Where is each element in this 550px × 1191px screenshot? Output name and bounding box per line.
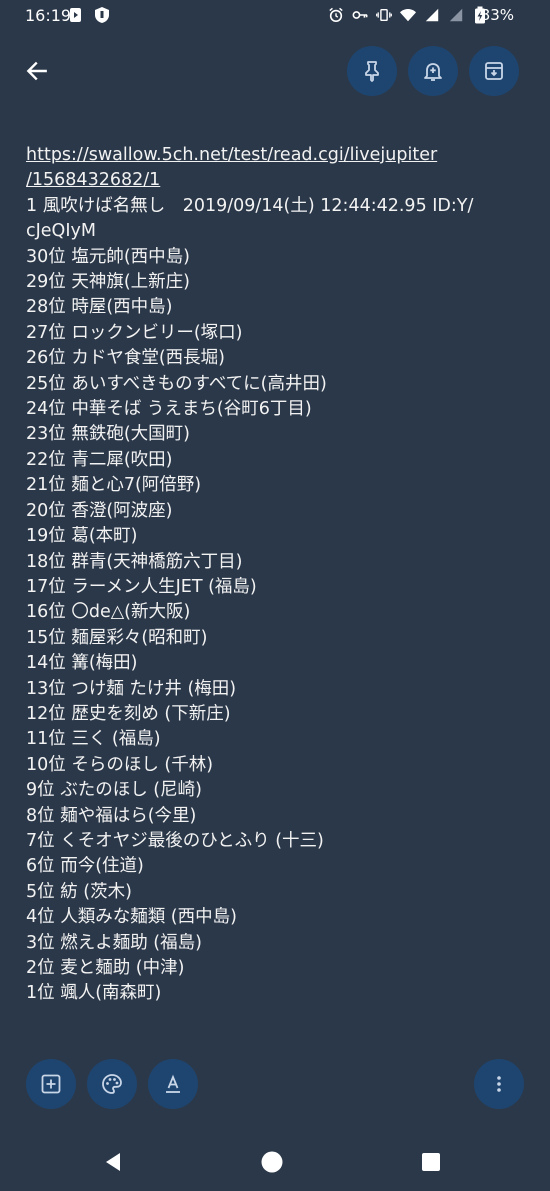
ranking-line: 19位 葛(本町)	[26, 526, 138, 547]
bell-plus-icon	[424, 63, 442, 81]
nav-home-icon[interactable]	[260, 1150, 284, 1174]
ranking-line: 29位 天神旗(上新庄)	[26, 272, 190, 293]
ranking-line: 20位 香澄(阿波座)	[26, 500, 173, 521]
ranking-line: 14位 篝(梅田)	[26, 653, 138, 674]
arrow-back-icon	[26, 61, 47, 81]
text-format-button[interactable]	[148, 1059, 198, 1109]
ranking-line: 7位 くそオヤジ最後のひとふり (十三)	[26, 830, 324, 851]
back-button[interactable]	[20, 54, 54, 88]
ranking-line: 9位 ぶたのほし (尼崎)	[26, 780, 202, 801]
ranking-line: 30位 塩元帥(西中島)	[26, 246, 190, 267]
ranking-line: 1位 颯人(南森町)	[26, 983, 162, 1004]
system-nav-bar	[0, 1128, 550, 1191]
ranking-line: 17位 ラーメン人生JET (福島)	[26, 576, 257, 597]
note-header-line-2: cJeQIyM	[26, 221, 96, 242]
nav-back-icon[interactable]	[101, 1150, 125, 1174]
archive-button[interactable]	[469, 46, 519, 96]
ranking-line: 4位 人類みな麺類 (西中島)	[26, 907, 237, 928]
ranking-line: 13位 つけ麺 たけ井 (梅田)	[26, 678, 237, 699]
ranking-line: 22位 青二犀(吹田)	[26, 449, 173, 470]
ranking-line: 10位 そらのほし (千林)	[26, 754, 214, 775]
status-bar: 16:19 83%	[0, 0, 550, 32]
ranking-line: 21位 麺と心7(阿倍野)	[26, 475, 202, 496]
reminder-button[interactable]	[408, 46, 458, 96]
ranking-line: 8位 麺や福はら(今里)	[26, 805, 197, 826]
notification-app-icon	[68, 6, 84, 24]
shield-icon	[94, 6, 110, 24]
ranking-line: 23位 無鉄砲(大国町)	[26, 424, 190, 445]
ranking-line: 12位 歴史を刻め (下新庄)	[26, 703, 231, 724]
add-box-icon	[41, 1074, 61, 1094]
more-options-button[interactable]	[474, 1059, 524, 1109]
ranking-line: 16位 〇de△(新大阪)	[26, 602, 191, 623]
ranking-line: 26位 カドヤ食堂(西長堀)	[26, 348, 225, 369]
battery-percent: 83%	[480, 6, 514, 24]
add-content-button[interactable]	[26, 1059, 76, 1109]
ranking-line: 27位 ロックンビリー(塚口)	[26, 322, 243, 343]
key-icon	[352, 6, 368, 24]
cell-signal-icon	[424, 6, 440, 24]
ranking-line: 2位 麦と麺助 (中津)	[26, 958, 185, 978]
note-url-line-1[interactable]: https://swallow.5ch.net/test/read.cgi/li…	[26, 143, 531, 168]
note-body[interactable]: https://swallow.5ch.net/test/read.cgi/li…	[26, 143, 531, 1007]
status-time: 16:19	[25, 6, 72, 25]
ranking-line: 25位 あいすべきものすべてに(高井田)	[26, 373, 327, 394]
vibrate-icon	[376, 6, 392, 24]
text-format-icon	[166, 1074, 180, 1093]
no-signal-icon	[448, 6, 464, 24]
ranking-line: 18位 群青(天神橋筋六丁目)	[26, 551, 243, 572]
archive-icon	[485, 62, 503, 80]
wifi-icon	[400, 6, 416, 24]
ranking-line: 28位 時屋(西中島)	[26, 297, 173, 318]
ranking-line: 15位 麺屋彩々(昭和町)	[26, 627, 208, 648]
note-header-line-1: 1 風吹けば名無し 2019/09/14(土) 12:44:42.95 ID:Y…	[26, 195, 474, 216]
ranking-line: 3位 燃えよ麺助 (福島)	[26, 932, 202, 953]
pin-icon	[365, 61, 379, 82]
ranking-line: 5位 紡 (茨木)	[26, 881, 132, 902]
more-vert-icon	[497, 1076, 501, 1092]
palette-icon	[102, 1074, 122, 1094]
ranking-line: 24位 中華そば うえまち(谷町6丁目)	[26, 399, 312, 420]
alarm-icon	[328, 6, 344, 24]
nav-recents-icon[interactable]	[419, 1150, 443, 1174]
ranking-line: 11位 三く (福島)	[26, 729, 161, 750]
note-url-line-2[interactable]: /1568432682/1	[26, 168, 531, 193]
pin-button[interactable]	[347, 46, 397, 96]
ranking-line: 6位 而今(住道)	[26, 856, 144, 877]
palette-button[interactable]	[87, 1059, 137, 1109]
